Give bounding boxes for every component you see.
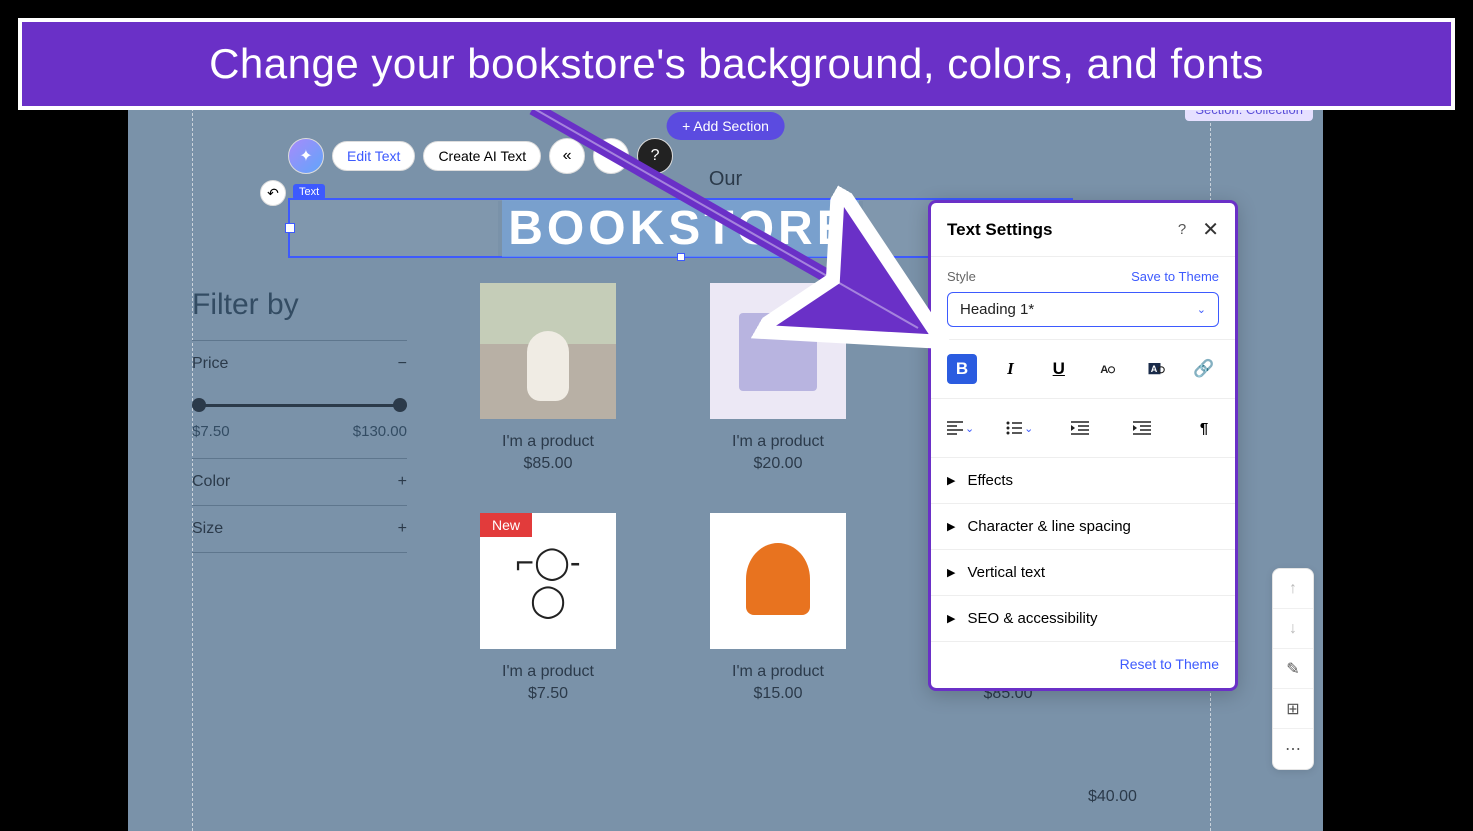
filter-color-row[interactable]: Color + xyxy=(192,458,407,505)
chevron-down-icon: ⌄ xyxy=(1024,422,1033,435)
panel-close-icon[interactable]: ✕ xyxy=(1202,217,1219,242)
product-card[interactable]: I'm a product $85.00 xyxy=(448,283,648,473)
collapse-icon[interactable]: − xyxy=(398,355,407,373)
indent-button[interactable] xyxy=(1127,413,1157,443)
more-icon[interactable]: ⋯ xyxy=(1273,729,1313,769)
product-price: $20.00 xyxy=(678,455,878,473)
svg-text:A: A xyxy=(1100,364,1108,376)
panel-header: Text Settings ? ✕ xyxy=(931,203,1235,257)
reset-theme-link[interactable]: Reset to Theme xyxy=(1120,656,1219,672)
help-icon[interactable]: ? xyxy=(637,138,673,174)
product-price: $15.00 xyxy=(678,685,878,703)
product-name: I'm a product xyxy=(678,663,878,681)
product-card[interactable]: New I'm a product $7.50 xyxy=(448,513,648,703)
add-section-button[interactable]: + Add Section xyxy=(666,112,785,140)
element-type-label: Text xyxy=(293,184,325,200)
svg-text:A: A xyxy=(1150,364,1157,374)
filter-panel: Filter by Price − $7.50 $130.00 Color + … xyxy=(192,288,407,553)
style-dropdown[interactable]: Heading 1* ⌄ xyxy=(947,292,1219,327)
italic-button[interactable]: I xyxy=(995,354,1025,384)
panel-help-icon[interactable]: ? xyxy=(1178,221,1186,238)
product-name: I'm a product xyxy=(678,433,878,451)
triangle-right-icon: ▶ xyxy=(947,566,955,579)
hidden-product-price: $40.00 xyxy=(1088,788,1137,806)
text-direction-button[interactable]: ¶ xyxy=(1189,413,1219,443)
price-min: $7.50 xyxy=(192,423,230,440)
highlight-button[interactable]: A xyxy=(1141,354,1171,384)
product-badge: New xyxy=(480,513,532,537)
side-toolbar: ↑ ↓ ✎ ⊞ ⋯ xyxy=(1272,568,1314,770)
bold-button[interactable]: B xyxy=(947,354,977,384)
create-ai-text-button[interactable]: Create AI Text xyxy=(423,141,541,171)
link-button[interactable]: 🔗 xyxy=(1189,354,1219,384)
filter-color-label: Color xyxy=(192,473,230,491)
vertical-text-accordion[interactable]: ▶Vertical text xyxy=(931,550,1235,596)
save-to-theme-link[interactable]: Save to Theme xyxy=(1131,269,1219,284)
text-toolbar: ✦ Edit Text Create AI Text « ⟲ ? xyxy=(288,138,673,174)
text-settings-panel: Text Settings ? ✕ Style Save to Theme He… xyxy=(928,200,1238,691)
ai-sparkle-icon[interactable]: ✦ xyxy=(288,138,324,174)
filter-title: Filter by xyxy=(192,288,407,322)
link-icon[interactable]: ⟲ xyxy=(593,138,629,174)
panel-title: Text Settings xyxy=(947,220,1052,240)
arrow-up-icon[interactable]: ↑ xyxy=(1273,569,1313,609)
slider-knob-max[interactable] xyxy=(393,398,407,412)
filter-size-label: Size xyxy=(192,520,223,538)
product-name: I'm a product xyxy=(448,433,648,451)
triangle-right-icon: ▶ xyxy=(947,520,955,533)
slider-values: $7.50 $130.00 xyxy=(192,423,407,440)
expand-icon[interactable]: + xyxy=(398,473,407,491)
product-image xyxy=(710,283,846,419)
format-row-1: B I U A A 🔗 xyxy=(931,340,1235,399)
undo-button[interactable]: ↶ xyxy=(260,180,286,206)
style-section: Style Save to Theme Heading 1* ⌄ xyxy=(931,257,1235,340)
pencil-icon[interactable]: ✎ xyxy=(1273,649,1313,689)
price-max: $130.00 xyxy=(353,423,407,440)
layout-icon[interactable]: ⊞ xyxy=(1273,689,1313,729)
align-dropdown[interactable]: ⌄ xyxy=(947,421,974,435)
product-name: I'm a product xyxy=(448,663,648,681)
product-card[interactable]: I'm a product $15.00 xyxy=(678,513,878,703)
underline-button[interactable]: U xyxy=(1044,354,1074,384)
product-price: $85.00 xyxy=(448,455,648,473)
subheading-text: Our xyxy=(709,168,742,191)
filter-price-label: Price xyxy=(192,355,228,373)
chevron-down-icon: ⌄ xyxy=(1197,303,1206,316)
style-value: Heading 1* xyxy=(960,301,1034,318)
chevron-down-icon: ⌄ xyxy=(965,422,974,435)
outdent-button[interactable] xyxy=(1065,413,1095,443)
product-image: New xyxy=(480,513,616,649)
slider-knob-min[interactable] xyxy=(192,398,206,412)
filter-price-row[interactable]: Price − xyxy=(192,340,407,387)
product-card[interactable]: I'm a product $20.00 xyxy=(678,283,878,473)
arrow-down-icon[interactable]: ↓ xyxy=(1273,609,1313,649)
collapse-icon[interactable]: « xyxy=(549,138,585,174)
filter-size-row[interactable]: Size + xyxy=(192,505,407,553)
edit-text-button[interactable]: Edit Text xyxy=(332,141,415,171)
page-body: Section: Collection + Add Section ✦ Edit… xyxy=(128,108,1323,831)
spacing-accordion[interactable]: ▶Character & line spacing xyxy=(931,504,1235,550)
product-price: $7.50 xyxy=(448,685,648,703)
product-image xyxy=(480,283,616,419)
price-slider[interactable] xyxy=(192,395,407,415)
format-row-2: ⌄ ⌄ ¶ xyxy=(931,399,1235,458)
effects-accordion[interactable]: ▶Effects xyxy=(931,458,1235,504)
heading-text[interactable]: BOOKSTORE xyxy=(498,201,862,256)
list-dropdown[interactable]: ⌄ xyxy=(1006,421,1033,435)
triangle-right-icon: ▶ xyxy=(947,474,955,487)
product-image xyxy=(710,513,846,649)
triangle-right-icon: ▶ xyxy=(947,612,955,625)
expand-icon[interactable]: + xyxy=(398,520,407,538)
seo-accordion[interactable]: ▶SEO & accessibility xyxy=(931,596,1235,642)
slider-track xyxy=(192,404,407,407)
panel-footer: Reset to Theme xyxy=(931,642,1235,688)
editor-canvas: Section: Collection + Add Section ✦ Edit… xyxy=(128,108,1323,831)
style-label: Style xyxy=(947,269,976,284)
resize-handle-bottom[interactable] xyxy=(677,253,685,261)
text-color-button[interactable]: A xyxy=(1092,354,1122,384)
tutorial-banner: Change your bookstore's background, colo… xyxy=(18,18,1455,110)
